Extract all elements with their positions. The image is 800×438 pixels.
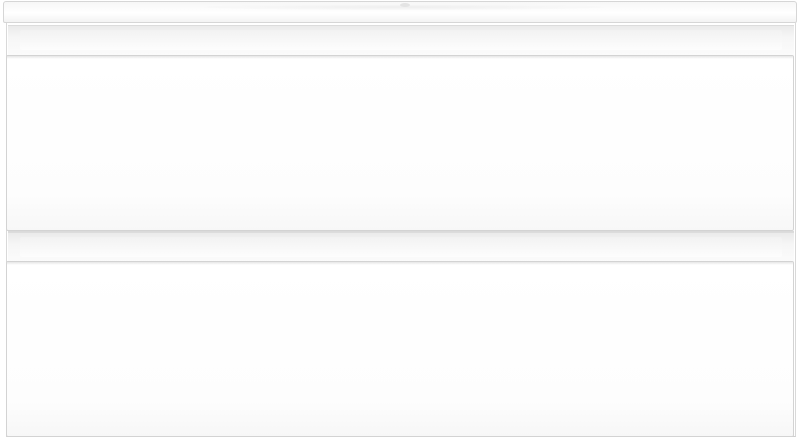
bottom-recess-inner <box>20 237 782 257</box>
top-recess-inner <box>20 30 782 50</box>
top-drawer-handle-recess <box>8 25 794 55</box>
bottom-drawer-handle-recess <box>8 232 794 262</box>
vanity-unit-image <box>0 0 800 438</box>
top-drawer-edge <box>7 56 793 59</box>
bottom-drawer-edge <box>7 262 793 265</box>
top-drawer-front <box>6 55 794 231</box>
bottom-drawer-front <box>6 261 794 437</box>
countertop-basin <box>3 1 797 23</box>
tap-hole <box>400 3 410 7</box>
